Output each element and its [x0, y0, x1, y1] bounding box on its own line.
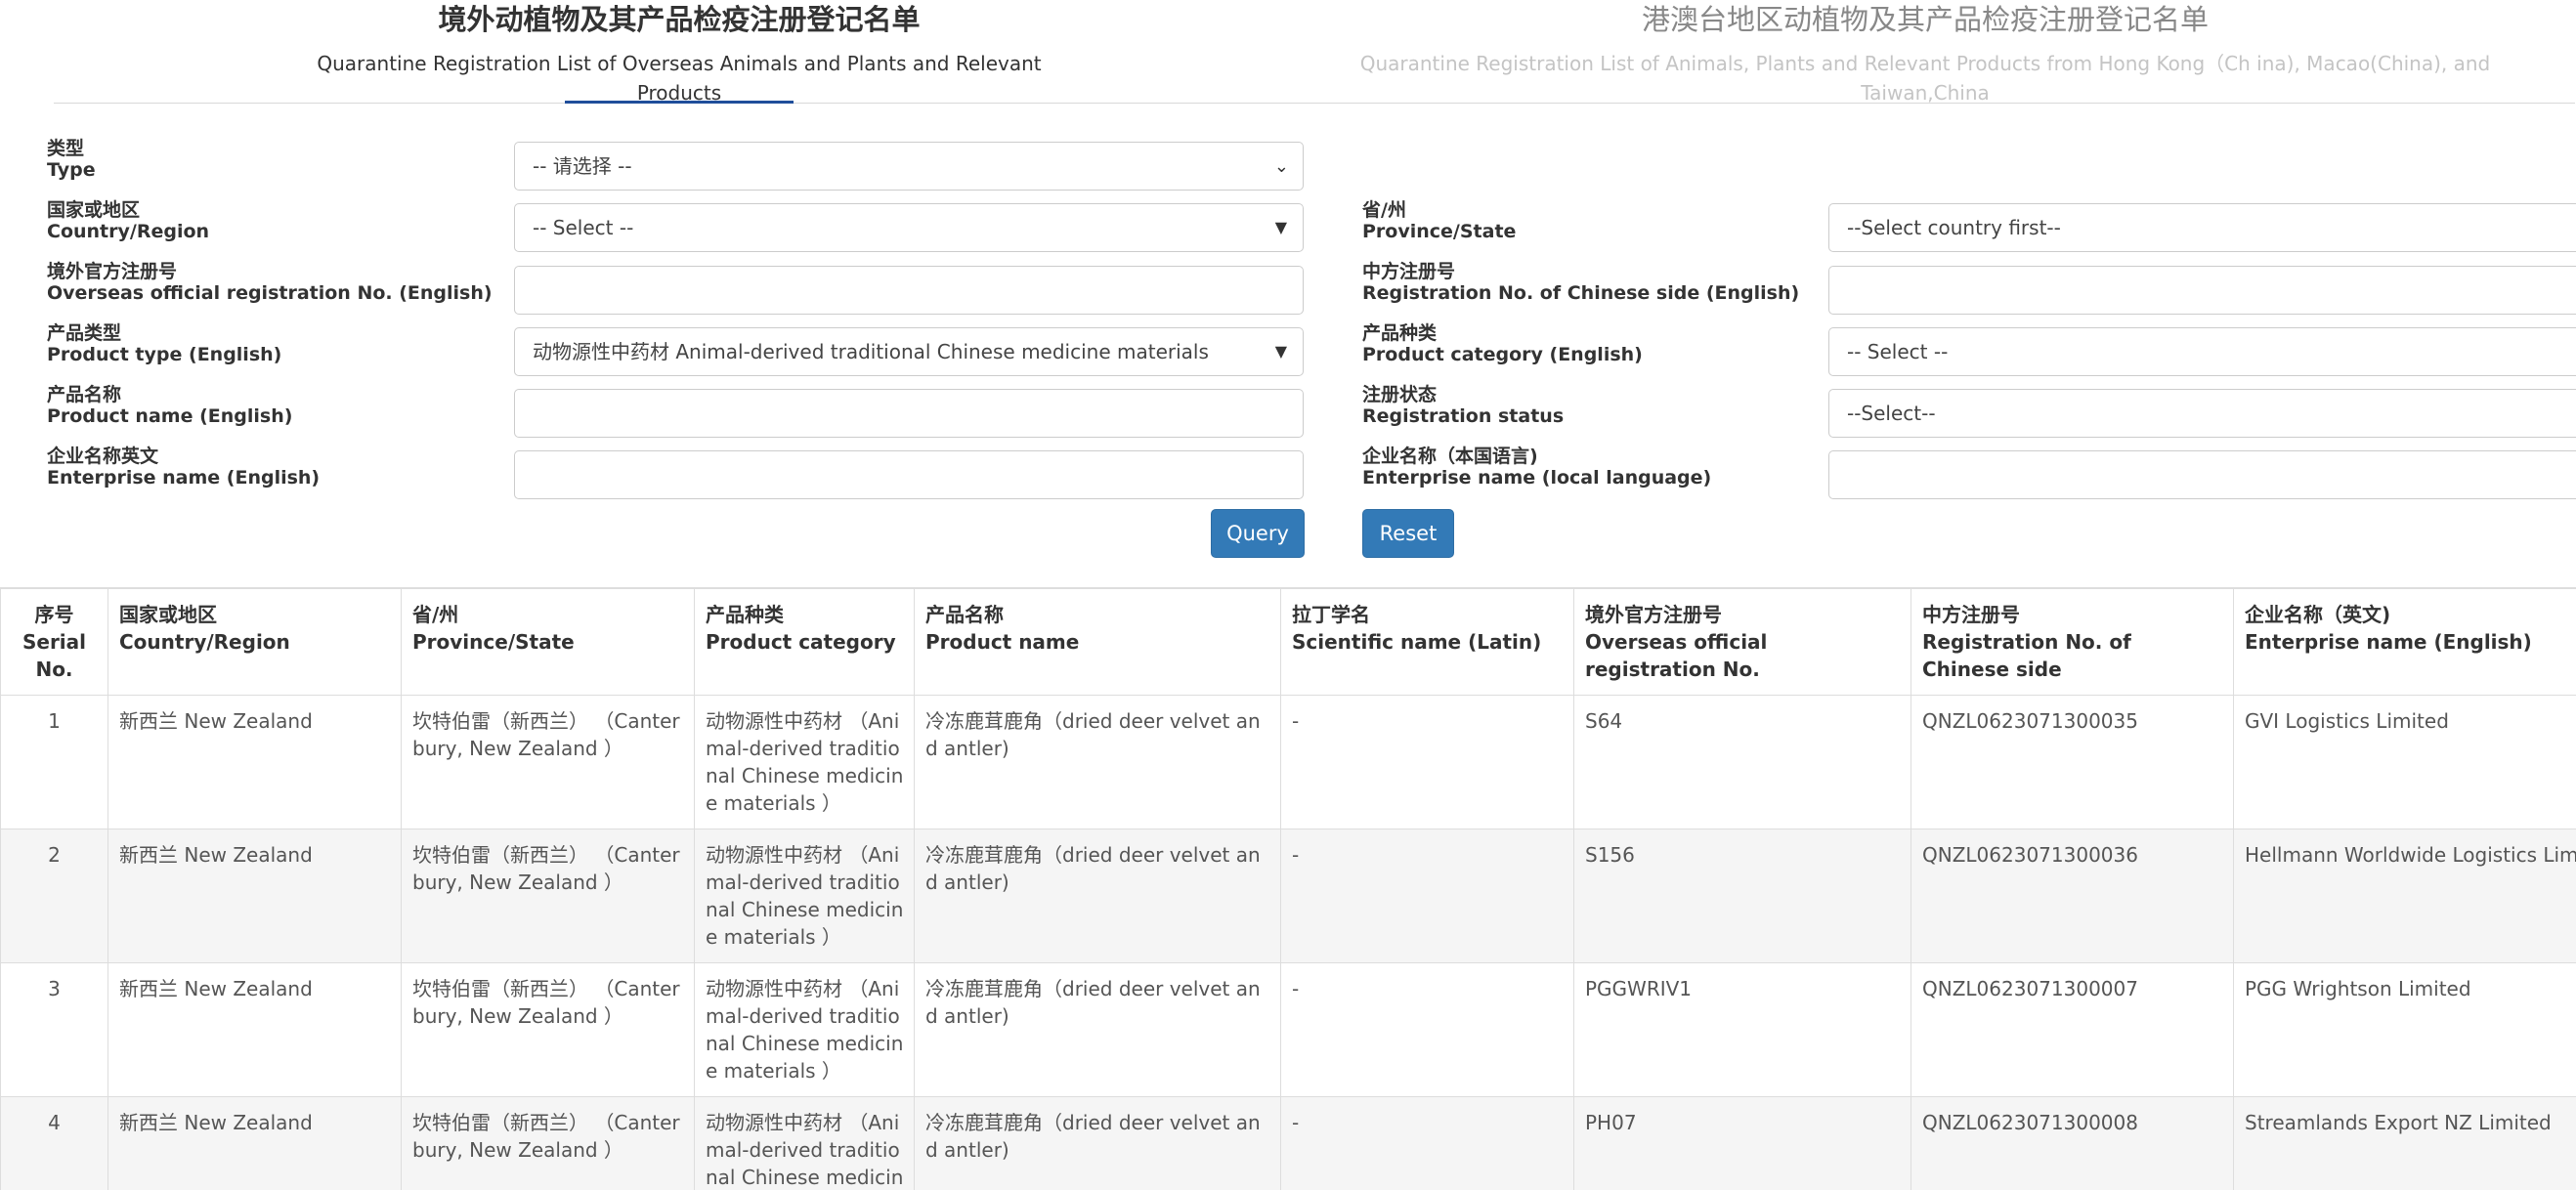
product-name-label: 产品名称Product name (English): [47, 384, 292, 427]
caret-down-icon: ▼: [1275, 328, 1287, 375]
tab-overseas[interactable]: 境外动植物及其产品检疫注册登记名单 Quarantine Registratio…: [274, 0, 1085, 107]
product-category-select-value: -- Select --: [1847, 340, 1948, 363]
chinese-reg-label: 中方注册号Registration No. of Chinese side (E…: [1362, 261, 1799, 304]
cell-serial: 4: [1, 1097, 108, 1190]
col-enterprise-header[interactable]: 企业名称（英文)Enterprise name (English): [2234, 589, 2576, 696]
cell-country: 新西兰 New Zealand: [108, 963, 402, 1097]
cell-product-category: 动物源性中药材 （Animal-derived traditional Chin…: [695, 963, 915, 1097]
country-select-value: -- Select --: [533, 216, 633, 239]
cell-product-category: 动物源性中药材 （Animal-derived traditional Chin…: [695, 696, 915, 829]
enterprise-local-label: 企业名称（本国语言)Enterprise name (local languag…: [1362, 446, 1711, 489]
results-table: 序号Serial No. 国家或地区Country/Region 省/州Prov…: [0, 588, 2576, 1190]
tab-overseas-title-en: Quarantine Registration List of Overseas…: [274, 49, 1085, 107]
cell-overseas-reg: S156: [1574, 829, 1911, 963]
cell-serial: 1: [1, 696, 108, 829]
table-row[interactable]: 3 新西兰 New Zealand 坎特伯雷（新西兰） （Canterbury,…: [1, 963, 2576, 1097]
product-type-select[interactable]: 动物源性中药材 Animal-derived traditional Chine…: [514, 327, 1304, 376]
type-select-value: -- 请选择 --: [533, 154, 632, 178]
cell-country: 新西兰 New Zealand: [108, 829, 402, 963]
reg-status-select-value: --Select--: [1847, 402, 1936, 425]
col-chinese-reg-header[interactable]: 中方注册号Registration No. of Chinese side: [1911, 589, 2234, 696]
tab-overseas-title-zh: 境外动植物及其产品检疫注册登记名单: [274, 0, 1085, 39]
tab-divider: [54, 103, 2575, 104]
cell-chinese-reg: QNZL0623071300008: [1911, 1097, 2234, 1190]
cell-province: 坎特伯雷（新西兰） （Canterbury, New Zealand ）: [402, 963, 695, 1097]
col-product-name-header[interactable]: 产品名称Product name: [915, 589, 1281, 696]
cell-chinese-reg: QNZL0623071300035: [1911, 696, 2234, 829]
country-select[interactable]: -- Select -- ▼: [514, 203, 1304, 252]
tab-hong-kong-macao-taiwan[interactable]: 港澳台地区动植物及其产品检疫注册登记名单 Quarantine Registra…: [1309, 0, 2541, 107]
cell-serial: 2: [1, 829, 108, 963]
cell-overseas-reg: S64: [1574, 696, 1911, 829]
col-latin-name-header[interactable]: 拉丁学名Scientific name (Latin): [1281, 589, 1574, 696]
cell-province: 坎特伯雷（新西兰） （Canterbury, New Zealand ）: [402, 829, 695, 963]
cell-product-name: 冷冻鹿茸鹿角（dried deer velvet and antler): [915, 829, 1281, 963]
country-label: 国家或地区Country/Region: [47, 199, 209, 242]
cell-country: 新西兰 New Zealand: [108, 1097, 402, 1190]
cell-enterprise: Hellmann Worldwide Logistics Limited: [2234, 829, 2576, 963]
cell-product-name: 冷冻鹿茸鹿角（dried deer velvet and antler): [915, 696, 1281, 829]
cell-enterprise: Streamlands Export NZ Limited: [2234, 1097, 2576, 1190]
table-row[interactable]: 1 新西兰 New Zealand 坎特伯雷（新西兰） （Canterbury,…: [1, 696, 2576, 829]
type-label: 类型Type: [47, 138, 96, 181]
enterprise-en-input[interactable]: [514, 450, 1304, 499]
cell-latin-name: -: [1281, 696, 1574, 829]
cell-latin-name: -: [1281, 1097, 1574, 1190]
query-button[interactable]: Query: [1211, 509, 1305, 558]
reg-status-select[interactable]: --Select--: [1828, 389, 2576, 438]
cell-province: 坎特伯雷（新西兰） （Canterbury, New Zealand ）: [402, 1097, 695, 1190]
overseas-reg-label: 境外官方注册号Overseas official registration No…: [47, 261, 493, 304]
enterprise-local-input[interactable]: [1828, 450, 2576, 499]
province-label: 省/州Province/State: [1362, 199, 1516, 242]
product-type-label: 产品类型Product type (English): [47, 322, 281, 365]
cell-latin-name: -: [1281, 829, 1574, 963]
registration-list-tabs: 境外动植物及其产品检疫注册登记名单 Quarantine Registratio…: [0, 0, 2576, 106]
cell-country: 新西兰 New Zealand: [108, 696, 402, 829]
cell-latin-name: -: [1281, 963, 1574, 1097]
enterprise-en-label: 企业名称英文Enterprise name (English): [47, 446, 320, 489]
col-province-header[interactable]: 省/州Province/State: [402, 589, 695, 696]
registration-table: 序号Serial No. 国家或地区Country/Region 省/州Prov…: [0, 587, 2576, 1190]
active-tab-indicator: [565, 101, 794, 104]
product-category-select[interactable]: -- Select --: [1828, 327, 2576, 376]
table-header-row: 序号Serial No. 国家或地区Country/Region 省/州Prov…: [1, 589, 2576, 696]
cell-serial: 3: [1, 963, 108, 1097]
province-select-value: --Select country first--: [1847, 216, 2061, 239]
chinese-reg-input[interactable]: [1828, 266, 2576, 315]
cell-enterprise: PGG Wrightson Limited: [2234, 963, 2576, 1097]
table-row[interactable]: 2 新西兰 New Zealand 坎特伯雷（新西兰） （Canterbury,…: [1, 829, 2576, 963]
cell-overseas-reg: PGGWRIV1: [1574, 963, 1911, 1097]
product-category-label: 产品种类Product category (English): [1362, 322, 1643, 365]
overseas-reg-input[interactable]: [514, 266, 1304, 315]
cell-product-name: 冷冻鹿茸鹿角（dried deer velvet and antler): [915, 1097, 1281, 1190]
product-name-input[interactable]: [514, 389, 1304, 438]
reset-button[interactable]: Reset: [1362, 509, 1454, 558]
table-row[interactable]: 4 新西兰 New Zealand 坎特伯雷（新西兰） （Canterbury,…: [1, 1097, 2576, 1190]
tab-hmt-title-en: Quarantine Registration List of Animals,…: [1309, 49, 2541, 107]
product-type-select-value: 动物源性中药材 Animal-derived traditional Chine…: [533, 340, 1209, 363]
cell-enterprise: GVI Logistics Limited: [2234, 696, 2576, 829]
col-country-header[interactable]: 国家或地区Country/Region: [108, 589, 402, 696]
col-product-category-header[interactable]: 产品种类Product category: [695, 589, 915, 696]
cell-chinese-reg: QNZL0623071300036: [1911, 829, 2234, 963]
cell-product-name: 冷冻鹿茸鹿角（dried deer velvet and antler): [915, 963, 1281, 1097]
cell-province: 坎特伯雷（新西兰） （Canterbury, New Zealand ）: [402, 696, 695, 829]
cell-product-category: 动物源性中药材 （Animal-derived traditional Chin…: [695, 1097, 915, 1190]
province-select[interactable]: --Select country first--: [1828, 203, 2576, 252]
caret-down-icon: ▼: [1275, 204, 1287, 251]
cell-product-category: 动物源性中药材 （Animal-derived traditional Chin…: [695, 829, 915, 963]
reg-status-label: 注册状态Registration status: [1362, 384, 1564, 427]
cell-chinese-reg: QNZL0623071300007: [1911, 963, 2234, 1097]
col-overseas-reg-header[interactable]: 境外官方注册号Overseas official registration No…: [1574, 589, 1911, 696]
tab-hmt-title-zh: 港澳台地区动植物及其产品检疫注册登记名单: [1309, 0, 2541, 39]
type-select[interactable]: -- 请选择 -- ⌄: [514, 142, 1304, 191]
cell-overseas-reg: PH07: [1574, 1097, 1911, 1190]
chevron-down-icon: ⌄: [1274, 144, 1289, 191]
col-serial-header[interactable]: 序号Serial No.: [1, 589, 108, 696]
